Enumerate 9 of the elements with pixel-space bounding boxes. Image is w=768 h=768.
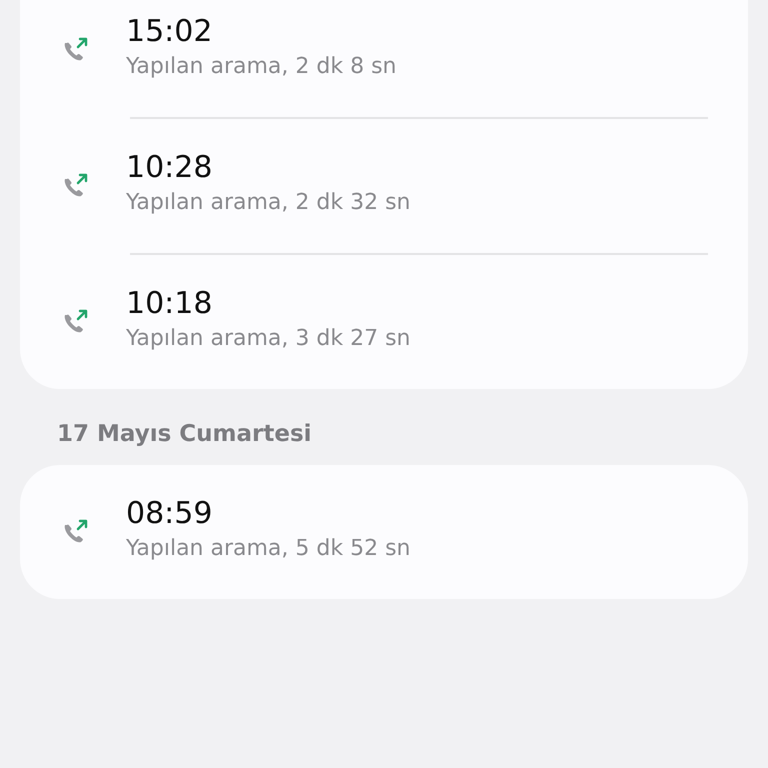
call-time: 08:59 bbox=[126, 495, 214, 533]
call-time: 10:28 bbox=[126, 149, 214, 187]
call-time: 15:02 bbox=[126, 13, 214, 51]
call-detail: Yapılan arama, 2 dk 8 sn bbox=[126, 53, 396, 81]
call-detail: Yapılan arama, 5 dk 52 sn bbox=[126, 535, 410, 563]
call-detail: Yapılan arama, 3 dk 27 sn bbox=[126, 325, 410, 353]
call-time: 10:18 bbox=[126, 285, 214, 323]
call-detail: Yapılan arama, 2 dk 32 sn bbox=[126, 189, 410, 217]
date-heading: 17 Mayıs Cumartesi bbox=[56, 420, 313, 449]
